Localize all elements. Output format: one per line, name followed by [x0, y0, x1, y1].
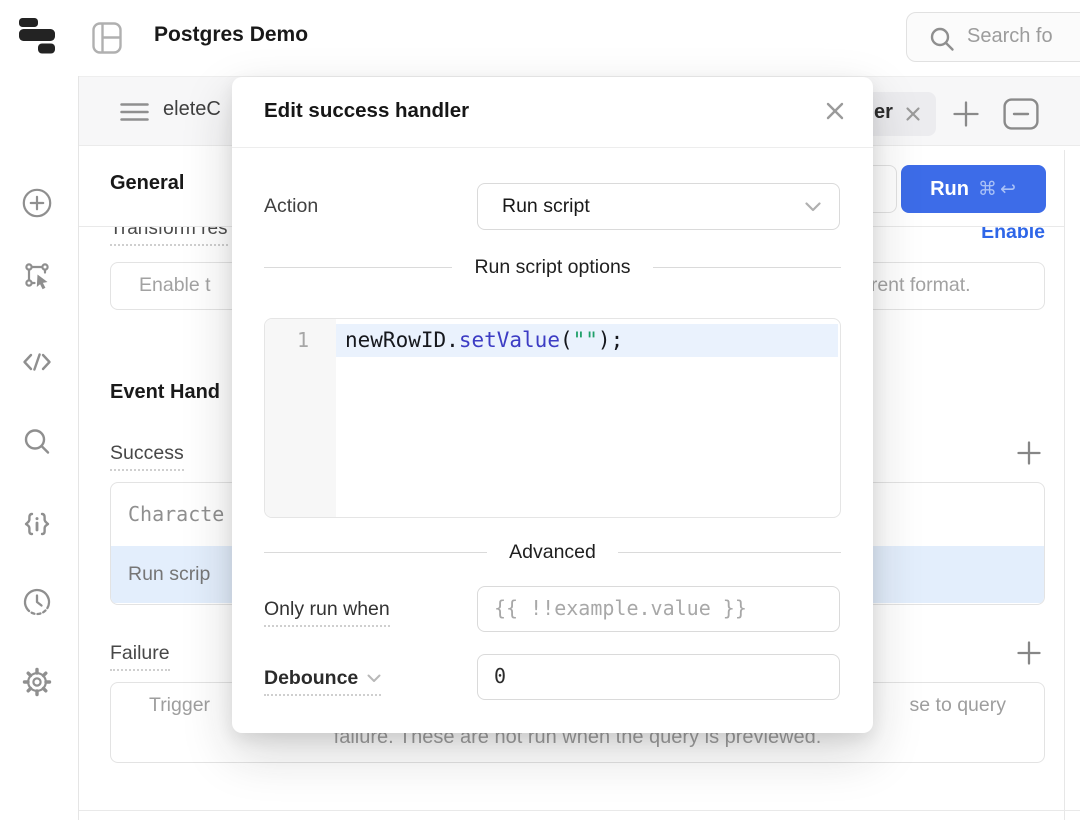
section-divider [79, 810, 1080, 811]
chevron-down-icon [805, 202, 821, 212]
settings-gear-icon[interactable] [20, 665, 54, 699]
tab-general[interactable]: General [110, 172, 184, 195]
state-icon[interactable] [20, 507, 54, 541]
query-tab-name-fragment[interactable]: eleteC [163, 98, 221, 121]
action-select[interactable]: Run script [477, 183, 840, 230]
select-components-icon[interactable] [20, 259, 54, 293]
failure-hint-fragment-start: Trigger [149, 694, 210, 717]
add-success-handler-icon[interactable] [1016, 440, 1042, 466]
transform-placeholder-end: erent format. [860, 263, 971, 308]
debounce-dropdown[interactable]: Debounce [264, 667, 381, 696]
section-title: Run script options [474, 256, 630, 279]
collapse-panel-icon[interactable] [1003, 98, 1039, 130]
search-placeholder: Search fo [967, 13, 1053, 60]
top-bar: Postgres Demo Search fo [0, 0, 1080, 77]
failure-section-label: Failure [110, 642, 170, 671]
failure-hint-fragment-end: se to query [910, 694, 1006, 717]
search-panel-icon[interactable] [20, 425, 54, 459]
code-paren-close: ); [598, 328, 623, 352]
only-run-when-label: Only run when [264, 598, 390, 627]
modal-title: Edit success handler [264, 99, 469, 123]
success-section-label: Success [110, 442, 184, 471]
transform-placeholder-start: Enable t [139, 263, 211, 308]
edit-success-handler-modal: Edit success handler Action Run script R… [232, 77, 873, 733]
code-line[interactable]: newRowID.setValue(""); [345, 324, 623, 357]
line-number: 1 [265, 324, 309, 357]
add-component-icon[interactable] [20, 186, 54, 220]
page-title: Postgres Demo [154, 23, 308, 47]
history-icon[interactable] [20, 585, 54, 619]
only-run-when-placeholder: {{ !!example.value }} [494, 587, 747, 630]
section-line [264, 552, 487, 554]
new-query-icon[interactable] [952, 100, 980, 128]
code-object: newRowID [345, 328, 446, 352]
debounce-label: Debounce [264, 667, 358, 690]
return-key-icon: ↩ [1000, 178, 1017, 200]
debounce-value: 0 [494, 655, 506, 698]
event-handlers-title: Event Hand [110, 381, 220, 404]
app-window: Postgres Demo Search fo [0, 0, 1080, 820]
active-tab-label-fragment: er [874, 101, 893, 124]
add-failure-handler-icon[interactable] [1016, 640, 1042, 666]
section-line [264, 267, 452, 269]
code-icon[interactable] [20, 345, 54, 379]
run-button-label: Run [930, 178, 969, 201]
section-line [618, 552, 841, 554]
advanced-section: Advanced [264, 541, 841, 564]
action-select-value: Run script [502, 184, 590, 228]
section-title: Advanced [509, 541, 596, 564]
code-dot: . [446, 328, 459, 352]
debounce-input[interactable]: 0 [477, 654, 840, 700]
chevron-down-icon [367, 674, 381, 683]
close-tab-icon[interactable] [903, 104, 923, 124]
modal-header-divider [232, 147, 873, 148]
script-code-editor[interactable]: 1 newRowID.setValue(""); [264, 318, 841, 518]
code-paren: ( [560, 328, 573, 352]
query-menu-icon[interactable] [120, 103, 149, 121]
left-toolbar [0, 76, 79, 820]
panel-layout-icon[interactable] [92, 22, 122, 54]
cmd-key-icon: ⌘ [978, 178, 998, 200]
run-button[interactable]: Run ⌘ ↩ [901, 165, 1046, 213]
panel-divider [1064, 150, 1065, 820]
action-label: Action [264, 195, 318, 218]
retool-logo-icon[interactable] [18, 17, 58, 59]
run-script-options-section: Run script options [264, 256, 841, 279]
section-line [653, 267, 841, 269]
only-run-when-input[interactable]: {{ !!example.value }} [477, 586, 840, 632]
search-icon [929, 26, 955, 52]
code-string: "" [573, 328, 598, 352]
code-method: setValue [459, 328, 560, 352]
search-input[interactable]: Search fo [906, 12, 1080, 62]
close-modal-icon[interactable] [824, 100, 846, 122]
